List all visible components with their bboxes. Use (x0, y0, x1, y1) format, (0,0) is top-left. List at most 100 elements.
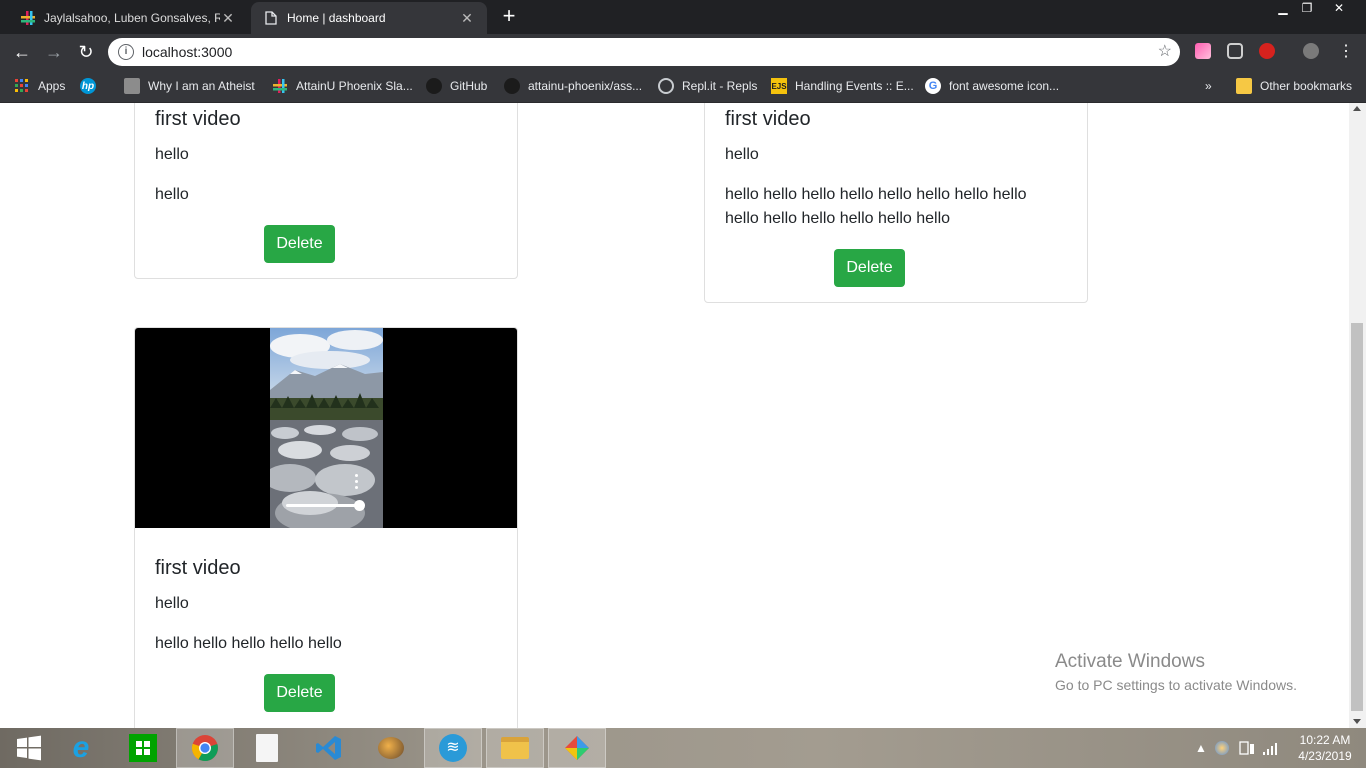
card-subtitle: hello (155, 146, 189, 163)
more-bookmarks-label: » (1205, 79, 1212, 93)
github-icon (504, 78, 520, 94)
shield-icon[interactable] (1227, 43, 1243, 59)
file-explorer-icon[interactable] (486, 728, 544, 768)
tab-dashboard[interactable]: Home | dashboard ✕ (251, 2, 487, 34)
watermark-title: Activate Windows (1055, 651, 1205, 672)
watermark-subtitle: Go to PC settings to activate Windows. (1055, 677, 1297, 693)
gem-icon[interactable] (548, 728, 606, 768)
minimize-icon[interactable]: ▁ (1270, 0, 1296, 18)
back-icon[interactable]: ← (10, 40, 34, 64)
video-card: first video hello hello Delete (134, 103, 518, 279)
tab-title: Jaylalsahoo, Luben Gonsalves, Ra (44, 11, 220, 25)
activate-windows-watermark: Activate Windows Go to PC settings to ac… (1055, 650, 1297, 694)
system-clock[interactable]: 10:22 AM 4/23/2019 (1290, 732, 1360, 764)
adblock-icon[interactable] (1259, 43, 1275, 59)
info-icon[interactable]: i (118, 44, 134, 60)
show-hidden-icons[interactable]: ▲ (1195, 728, 1207, 768)
bookmark-item[interactable]: G font awesome icon... (925, 76, 1059, 96)
extension-icon[interactable] (1195, 43, 1211, 59)
restore-icon[interactable]: ❐ (1294, 0, 1320, 18)
signal-icon[interactable] (1263, 728, 1279, 768)
tab-slack[interactable]: Jaylalsahoo, Luben Gonsalves, Ra ✕ (8, 2, 248, 34)
bookmark-label: Repl.it - Repls (682, 79, 758, 93)
bookmark-item[interactable]: Why I am an Atheist (124, 76, 255, 96)
close-window-icon[interactable]: ✕ (1326, 0, 1352, 18)
delete-button[interactable]: Delete (834, 249, 905, 287)
new-tab-button[interactable]: + (496, 5, 522, 29)
bookmark-label: attainu-phoenix/ass... (528, 79, 643, 93)
bookmark-star-icon[interactable]: ☆ (1158, 41, 1172, 61)
card-title: first video (155, 557, 241, 579)
bookmark-item[interactable]: attainu-phoenix/ass... (504, 76, 642, 96)
windows-taskbar: e ≋ ▲ 10:22 AM 4/23/2019 (0, 728, 1366, 768)
more-options-icon[interactable] (355, 474, 359, 490)
browser-toolbar: ← → ↻ i localhost:3000 ☆ ⋮ (0, 34, 1366, 70)
scroll-up-icon[interactable] (1353, 106, 1361, 111)
hp-icon: hp (80, 78, 96, 94)
book-icon (124, 78, 140, 94)
slack-icon (20, 10, 36, 26)
video-progress-bar[interactable] (286, 504, 356, 507)
card-title: first video (155, 108, 241, 130)
folder-icon (1236, 78, 1252, 94)
internet-explorer-icon[interactable]: e (52, 728, 110, 768)
battery-icon[interactable] (1238, 728, 1256, 768)
close-tab-icon[interactable]: ✕ (459, 10, 475, 27)
ejs-icon: EJS (771, 78, 787, 94)
apps-grid-icon (14, 78, 30, 94)
weather-icon[interactable] (1215, 728, 1229, 768)
chrome-icon[interactable] (176, 728, 234, 768)
network-tool-icon[interactable] (362, 728, 420, 768)
more-bookmarks-button[interactable]: » (1205, 76, 1212, 96)
bookmark-item[interactable]: EJS Handling Events :: E... (771, 76, 914, 96)
bookmark-item[interactable]: GitHub (426, 76, 487, 96)
bookmark-label: font awesome icon... (949, 79, 1060, 93)
delete-button[interactable]: Delete (264, 674, 335, 712)
clock-date: 4/23/2019 (1298, 749, 1352, 763)
page-icon (263, 10, 279, 26)
google-icon: G (925, 78, 941, 94)
bookmarks-bar: Apps hp Why I am an Atheist AttainU Phoe… (0, 70, 1366, 103)
scrollbar-thumb[interactable] (1351, 323, 1363, 711)
video-card: first video hello hello hello hello hell… (704, 103, 1088, 303)
apps-label: Apps (38, 79, 66, 93)
hp-bookmark[interactable]: hp (80, 76, 104, 96)
close-tab-icon[interactable]: ✕ (220, 10, 236, 27)
reload-icon[interactable]: ↻ (74, 40, 98, 64)
slack-icon (272, 78, 288, 94)
menu-icon[interactable]: ⋮ (1334, 40, 1358, 64)
bookmark-label: AttainU Phoenix Sla... (296, 79, 413, 93)
delete-button[interactable]: Delete (264, 225, 335, 263)
windows-store-icon[interactable] (114, 728, 172, 768)
profile-avatar[interactable] (1303, 43, 1319, 59)
tab-title: Home | dashboard (287, 11, 386, 25)
clock-time: 10:22 AM (1299, 733, 1351, 747)
page-viewport: first video hello hello Delete first vid… (0, 103, 1349, 728)
replit-icon (658, 78, 674, 94)
other-bookmarks-label: Other bookmarks (1260, 79, 1353, 93)
scroll-down-icon[interactable] (1353, 719, 1361, 724)
card-subtitle: hello (155, 595, 189, 612)
card-text: hello (155, 186, 189, 203)
file-icon[interactable] (238, 728, 296, 768)
start-icon[interactable] (0, 728, 58, 768)
bookmark-item[interactable]: Repl.it - Repls (658, 76, 757, 96)
wifi-tool-icon[interactable]: ≋ (424, 728, 482, 768)
card-title: first video (725, 108, 811, 130)
card-text: hello hello hello hello hello hello hell… (725, 186, 1027, 227)
bookmark-item[interactable]: AttainU Phoenix Sla... (272, 76, 413, 96)
address-bar[interactable]: i localhost:3000 ☆ (108, 38, 1180, 66)
card-text: hello hello hello hello hello (155, 635, 342, 652)
other-bookmarks[interactable]: Other bookmarks (1236, 76, 1352, 96)
bookmark-label: Why I am an Atheist (148, 79, 255, 93)
github-icon (426, 78, 442, 94)
video-player[interactable] (135, 328, 517, 528)
tab-strip: Jaylalsahoo, Luben Gonsalves, Ra ✕ Home … (0, 0, 1366, 34)
page-scrollbar[interactable] (1349, 103, 1366, 728)
bookmark-label: Handling Events :: E... (795, 79, 914, 93)
vscode-icon[interactable] (300, 728, 358, 768)
forward-icon[interactable]: → (42, 40, 66, 64)
video-progress-handle[interactable] (354, 500, 365, 511)
apps-shortcut[interactable]: Apps (14, 76, 65, 96)
address-text[interactable]: localhost:3000 (142, 44, 232, 60)
